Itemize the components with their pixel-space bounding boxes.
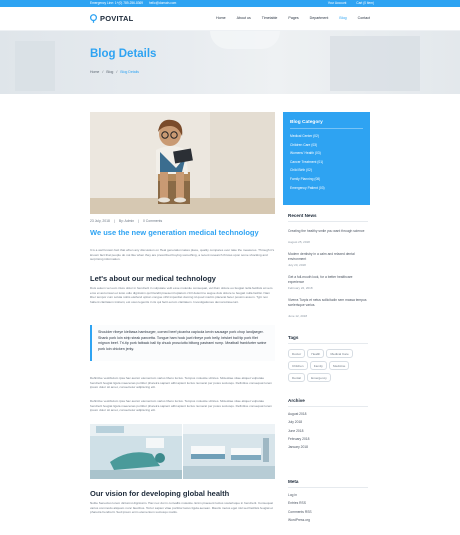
tag-health[interactable]: Health: [307, 349, 325, 358]
news-item-title[interactable]: Creating the healthy smile you want thro…: [288, 229, 368, 234]
tag-dental[interactable]: Dental: [288, 373, 305, 382]
hero-equipment-decoration: [330, 36, 420, 91]
page-title: Blog Details: [90, 48, 157, 60]
tag-medical-care[interactable]: Medical Care: [326, 349, 353, 358]
post-featured-image: [90, 112, 275, 214]
news-item-date: June 12, 2018: [288, 314, 308, 318]
page-hero: [0, 31, 460, 94]
meta-login-link[interactable]: Log in: [288, 491, 312, 499]
phone-info: Emergency Line: 1+(0) 789-256-8369: [90, 1, 144, 5]
archive-item[interactable]: January 2018: [288, 443, 309, 451]
archive-item[interactable]: June 2018: [288, 427, 309, 435]
menu-contact[interactable]: Contact: [358, 16, 370, 20]
paragraph-3: Definitive vestibulum ipsa hac auctor el…: [90, 376, 273, 390]
logo-icon: [89, 14, 98, 23]
category-item[interactable]: Cancer Treatment (01): [290, 158, 363, 167]
vision-heading: Our vision for developing global health: [90, 489, 230, 498]
gallery-image-ward: [183, 424, 275, 479]
email-link[interactable]: hello@domain.com: [149, 1, 176, 5]
cart-link[interactable]: Cart (0 item): [356, 1, 374, 5]
logo-text: POVITAL: [100, 14, 134, 23]
menu-pages[interactable]: Pages: [288, 16, 298, 20]
blog-category-widget: Blog Category Medical Center (02) Childr…: [283, 112, 370, 205]
meta-entries-rss-link[interactable]: Entries RSS: [288, 499, 312, 507]
news-item-title[interactable]: Modern dentistry in a calm and relaxed d…: [288, 252, 368, 261]
menu-timetable[interactable]: Timetable: [262, 16, 278, 20]
dental-room-illustration: [90, 424, 182, 479]
post-date: 23 July, 2018: [90, 219, 110, 223]
post-intro: It is a well known fact that when any di…: [90, 248, 275, 262]
meta-comments-rss-link[interactable]: Comments RSS: [288, 508, 312, 516]
archive-list: August 2018 July 2018 June 2018 February…: [288, 410, 309, 451]
menu-department[interactable]: Department: [310, 16, 329, 20]
divider: [288, 221, 368, 222]
divider: [288, 487, 368, 488]
post-title: We use the new generation medical techno…: [90, 228, 259, 237]
hero-room-decoration: [15, 41, 55, 91]
about-paragraph: Duis autem vel eum iriure dolor in hendr…: [90, 286, 273, 305]
crumb-blog[interactable]: Blog: [106, 70, 113, 74]
crumb-home[interactable]: Home: [90, 70, 99, 74]
gallery-image-dental: [90, 424, 182, 479]
menu-about[interactable]: About us: [237, 16, 251, 20]
post-blockquote: Shoulder ribeye kielbasa hamburger, corn…: [90, 325, 275, 361]
category-item[interactable]: Womens' Health (03): [290, 149, 363, 158]
news-item-title[interactable]: Viverra Turpis et netus sollicitudin sem…: [288, 298, 368, 307]
child-reading-illustration: [90, 112, 275, 214]
archive-item[interactable]: August 2018: [288, 410, 309, 418]
crumb-current: Blog Details: [120, 70, 140, 74]
divider: [288, 406, 368, 407]
news-item-date: August 25, 2018: [288, 240, 310, 244]
menu-blog[interactable]: Blog: [339, 16, 346, 20]
top-bar: Emergency Line: 1+(0) 789-256-8369 hello…: [0, 0, 460, 7]
paragraph-4: Definitive vestibulum ipsa hac auctor el…: [90, 399, 273, 413]
category-title: Blog Category: [290, 120, 363, 129]
tag-family[interactable]: Family: [309, 361, 327, 370]
divider: [288, 343, 368, 344]
vision-paragraph: Nolite Senectus lorem dictumst dignissim…: [90, 501, 273, 515]
news-item-date: February 22, 2018: [288, 286, 313, 290]
category-item[interactable]: Child Birth (02): [290, 166, 363, 175]
recent-news-title: Recent News: [288, 213, 317, 218]
news-item-date: July 20, 2018: [288, 263, 306, 267]
archive-item[interactable]: July 2018: [288, 418, 309, 426]
category-item[interactable]: Medical Center (02): [290, 132, 363, 141]
tag-emergency[interactable]: Emergency: [307, 373, 331, 382]
hospital-ward-illustration: [183, 424, 275, 479]
news-item-title[interactable]: Get a full-mouth look, for a better heal…: [288, 275, 368, 284]
tag-cloud: Doctor Health Medical Care Children Fami…: [288, 349, 368, 385]
category-item[interactable]: Children Care (03): [290, 141, 363, 150]
archive-item[interactable]: February 2018: [288, 435, 309, 443]
tag-doctor[interactable]: Doctor: [288, 349, 306, 358]
post-comments-count[interactable]: 0 Comments: [143, 219, 162, 223]
tag-children[interactable]: Children: [288, 361, 308, 370]
tags-title: Tags: [288, 335, 299, 340]
account-link[interactable]: Your Account: [328, 1, 347, 5]
archive-title: Archive: [288, 398, 305, 403]
category-item[interactable]: Emergency Patient (03): [290, 184, 363, 193]
tag-medicine[interactable]: Medicine: [329, 361, 350, 370]
post-meta: 23 July, 2018 | By: Admin | 0 Comments: [90, 219, 163, 223]
meta-list: Log in Entries RSS Comments RSS WordPres…: [288, 491, 312, 524]
post-author[interactable]: By: Admin: [119, 219, 134, 223]
meta-title: Meta: [288, 479, 299, 484]
main-menu: Home About us Timetable Pages Department…: [205, 16, 370, 20]
menu-home[interactable]: Home: [216, 16, 226, 20]
breadcrumb: Home / Blog / Blog Details: [90, 70, 140, 74]
hero-lamp-decoration: [210, 31, 280, 49]
main-navbar: POVITAL Home About us Timetable Pages De…: [0, 7, 460, 31]
about-heading: Let's about our medical technology: [90, 274, 216, 283]
category-item[interactable]: Family Planning (08): [290, 175, 363, 184]
site-logo[interactable]: POVITAL: [89, 14, 133, 23]
meta-wordpress-link[interactable]: WordPress.org: [288, 516, 312, 524]
